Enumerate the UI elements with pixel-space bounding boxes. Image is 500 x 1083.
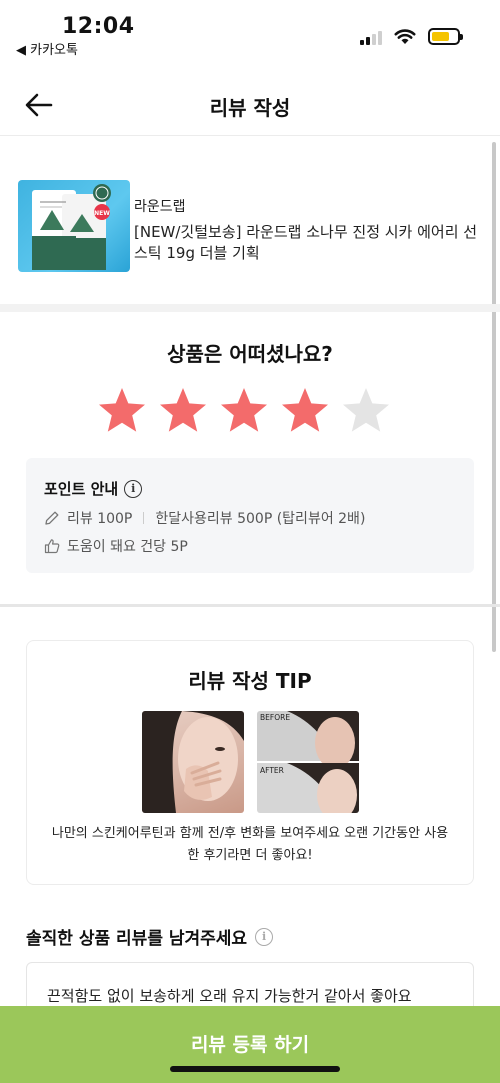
status-icons	[360, 28, 463, 45]
review-points-text: 리뷰 100P	[67, 511, 133, 527]
product-image: NEW	[18, 180, 130, 272]
product-brand: 라운드랩	[134, 199, 186, 215]
new-badge: NEW	[94, 210, 110, 217]
home-indicator	[170, 1066, 340, 1072]
review-label-text: 솔직한 상품 리뷰를 남겨주세요	[26, 929, 248, 949]
before-label: BEFORE	[260, 713, 290, 722]
product-name: [NEW/깃털보송] 라운드랩 소나무 진정 시카 에어리 선스틱 19g 더블…	[134, 223, 478, 262]
pencil-icon	[45, 511, 59, 525]
star-4-icon[interactable]	[280, 386, 330, 436]
review-section-label: 솔직한 상품 리뷰를 남겨주세요 i	[26, 924, 274, 949]
section-divider	[0, 604, 500, 607]
star-1-icon[interactable]	[97, 386, 147, 436]
point-info-box: 포인트 안내 i 리뷰 100P 한달사용리뷰 500P (탑리뷰어 2배) 도…	[26, 458, 474, 573]
wifi-icon	[394, 28, 416, 44]
helpful-points-text: 도움이 돼요 건당 5P	[67, 539, 188, 555]
tip-before-after-photo: BEFORE AFTER	[257, 711, 359, 813]
info-icon[interactable]: i	[255, 927, 274, 946]
cellular-signal-icon	[360, 29, 382, 45]
point-info-title-text: 포인트 안내	[44, 480, 119, 498]
after-label: AFTER	[260, 766, 284, 775]
header: 리뷰 작성	[0, 72, 500, 136]
thumbs-up-icon	[44, 539, 60, 554]
month-review-points-text: 한달사용리뷰 500P (탑리뷰어 2배)	[155, 511, 366, 527]
battery-icon	[428, 28, 463, 45]
status-bar: 12:04 ◀ 카카오톡	[0, 0, 500, 62]
section-divider	[0, 304, 500, 312]
tip-description: 나만의 스킨케어루틴과 함께 전/후 변화를 보여주세요 오랜 기간동안 사용한…	[51, 826, 449, 863]
page-title: 리뷰 작성	[209, 96, 291, 120]
product-summary: NEW 라운드랩 [NEW/깃털보송] 라운드랩 소나무 진정 시카 에어리 선…	[0, 150, 500, 300]
star-rating[interactable]	[97, 386, 391, 436]
info-icon[interactable]: i	[124, 479, 143, 498]
star-2-icon[interactable]	[158, 386, 208, 436]
back-to-app-link[interactable]: ◀ 카카오톡	[16, 39, 78, 58]
submit-review-label: 리뷰 등록 하기	[190, 1034, 310, 1056]
tip-skincare-photo	[142, 711, 244, 813]
point-row-helpful: 도움이 돼요 건당 5P	[44, 536, 188, 556]
star-5-icon[interactable]	[341, 386, 391, 436]
status-time: 12:04	[62, 14, 135, 39]
separator	[143, 512, 145, 524]
tip-title: 리뷰 작성 TIP	[188, 669, 312, 693]
point-info-title: 포인트 안내 i	[44, 478, 143, 499]
point-row-review: 리뷰 100P 한달사용리뷰 500P (탑리뷰어 2배)	[44, 508, 365, 528]
review-tip-card: 리뷰 작성 TIP BEFORE AFTER 나만의 스킨케어루틴과 함께 전/…	[26, 640, 474, 885]
star-3-icon[interactable]	[219, 386, 269, 436]
rating-question: 상품은 어떠셨나요?	[167, 342, 333, 366]
